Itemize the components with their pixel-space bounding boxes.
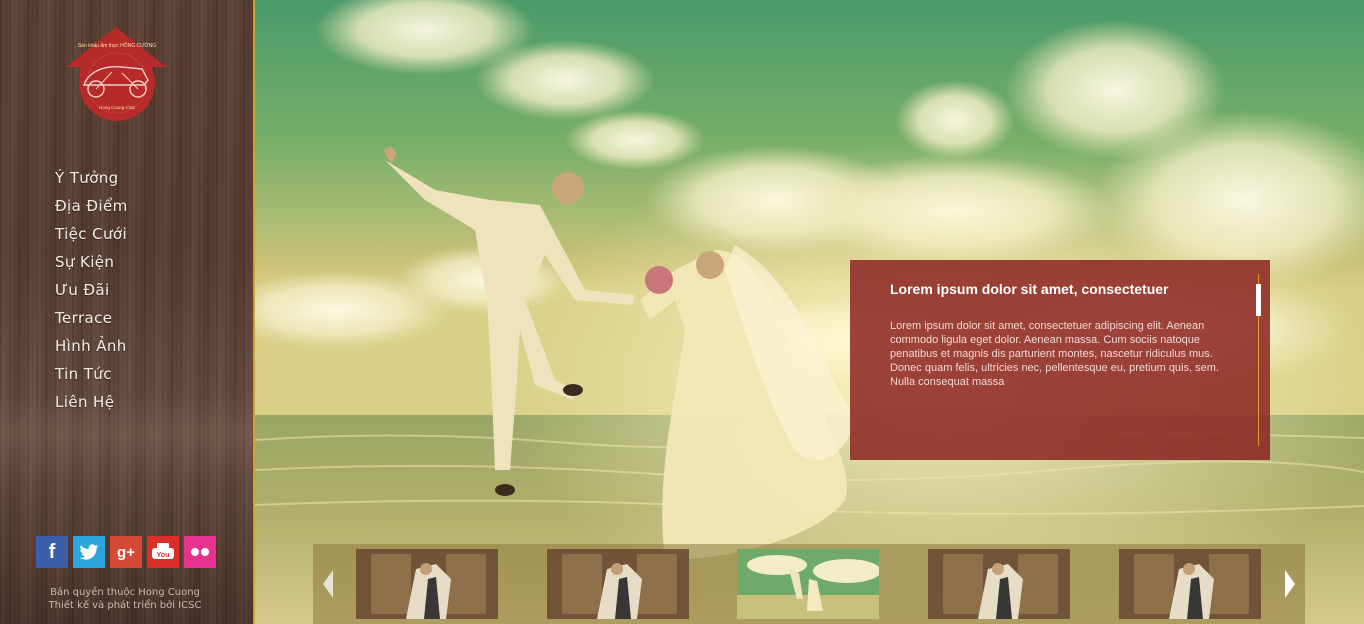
- nav-item-tiec-cuoi[interactable]: Tiệc Cưới: [55, 222, 128, 250]
- flickr-icon[interactable]: [184, 536, 216, 568]
- facebook-icon[interactable]: f: [36, 536, 68, 568]
- google-plus-icon[interactable]: g+: [110, 536, 142, 568]
- nav-item-y-tuong[interactable]: Ý Tưởng: [55, 166, 128, 194]
- thumbnail-couple-2[interactable]: [547, 549, 689, 619]
- thumbnail-couple-1[interactable]: [356, 549, 498, 619]
- nav-item-tin-tuc[interactable]: Tin Tức: [55, 362, 128, 390]
- nav-item-su-kien[interactable]: Sự Kiện: [55, 250, 128, 278]
- nav-item-terrace[interactable]: Terrace: [55, 306, 128, 334]
- thumbnail-couple-3[interactable]: [928, 549, 1070, 619]
- prev-arrow-icon[interactable]: [315, 556, 341, 612]
- nav-item-lien-he[interactable]: Liên Hệ: [55, 390, 128, 418]
- info-title: Lorem ipsum dolor sit amet, consectetuer: [890, 281, 1169, 297]
- thumbnail-strip: [313, 544, 1305, 624]
- thumbnail-beach-active[interactable]: [737, 549, 879, 619]
- credits-line: Thiết kế và phát triển bởi ICSC: [48, 600, 202, 611]
- logo[interactable]: Sân khấu ẩm thực HỒNG CƯỜNG Hong Cuong C…: [62, 25, 170, 121]
- info-body: Lorem ipsum dolor sit amet, consectetuer…: [890, 320, 1219, 388]
- nav-item-hinh-anh[interactable]: Hình Ảnh: [55, 334, 128, 362]
- svg-text:Sân khấu ẩm thực HỒNG CƯỜNG: Sân khấu ẩm thực HỒNG CƯỜNG: [78, 42, 156, 49]
- twitter-icon[interactable]: [73, 536, 105, 568]
- youtube-icon[interactable]: You: [147, 536, 179, 568]
- copyright: Bản quyền thuộc Hong Cuong Thiết kế và p…: [40, 586, 210, 612]
- social-links: f g+ You: [36, 536, 216, 568]
- thumbnail-couple-4[interactable]: [1119, 549, 1261, 619]
- copyright-line: Bản quyền thuộc Hong Cuong: [50, 587, 200, 598]
- main-nav: Ý Tưởng Địa Điểm Tiệc Cưới Sự Kiện Ưu Đã…: [55, 166, 128, 418]
- svg-text:Hong Cuong Club: Hong Cuong Club: [99, 105, 135, 110]
- nav-item-dia-diem[interactable]: Địa Điểm: [55, 194, 128, 222]
- nav-item-uu-dai[interactable]: Ưu Đãi: [55, 278, 128, 306]
- info-scrollbar-thumb[interactable]: [1256, 284, 1261, 316]
- next-arrow-icon[interactable]: [1277, 556, 1303, 612]
- info-panel: Lorem ipsum dolor sit amet, consectetuer…: [850, 260, 1270, 460]
- svg-text:You: You: [157, 552, 170, 559]
- sidebar: Sân khấu ẩm thực HỒNG CƯỜNG Hong Cuong C…: [0, 0, 253, 624]
